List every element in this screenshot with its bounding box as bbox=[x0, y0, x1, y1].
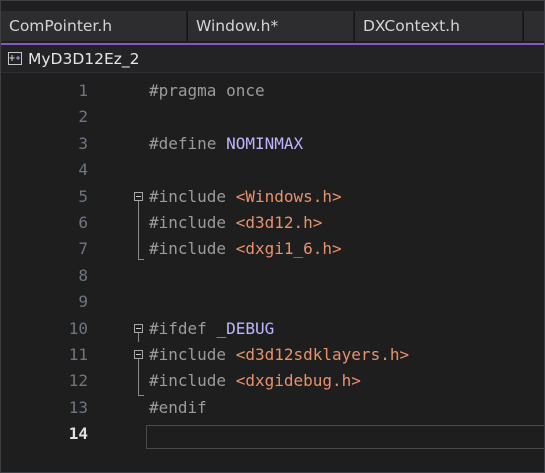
navigation-bar: MyD3D12Ez_2 bbox=[1, 45, 544, 73]
line-number: 9 bbox=[78, 292, 88, 312]
line-number: 7 bbox=[78, 239, 88, 259]
tab-label: Window.h* bbox=[196, 17, 279, 35]
code-line[interactable]: 12 #include <dxgidebug.h> bbox=[1, 368, 544, 394]
project-file-icon bbox=[8, 52, 22, 65]
project-dropdown[interactable]: MyD3D12Ez_2 bbox=[28, 45, 140, 73]
line-number: 8 bbox=[78, 265, 88, 285]
code-line[interactable]: 7 #include <dxgi1_6.h> bbox=[1, 236, 544, 262]
line-number: 5 bbox=[78, 186, 88, 206]
code-token: NOMINMAX bbox=[226, 133, 304, 153]
line-number: 14 bbox=[68, 424, 88, 444]
code-text: #include <d3d12sdklayers.h> bbox=[149, 342, 409, 368]
code-line[interactable]: 14 bbox=[1, 421, 544, 447]
code-token: #ifdef bbox=[149, 318, 207, 338]
code-line[interactable]: 8 bbox=[1, 263, 544, 289]
code-token: _DEBUG bbox=[216, 318, 275, 338]
code-line[interactable]: 9 bbox=[1, 289, 544, 315]
code-text: #endif bbox=[149, 395, 207, 421]
tab-compointer-h[interactable]: ComPointer.h bbox=[1, 11, 186, 41]
line-number: 6 bbox=[78, 213, 88, 232]
code-text: #define NOMINMAX bbox=[149, 131, 303, 157]
code-text: #include <dxgi1_6.h> bbox=[149, 236, 342, 262]
code-token: #include bbox=[149, 186, 227, 206]
code-line[interactable]: 13 #endif bbox=[1, 395, 544, 421]
code-editor[interactable]: 1 #pragma once 2 3 #define NOMINMAX 4 5 #includ… bbox=[1, 73, 544, 472]
code-line[interactable]: 10 #ifdef _DEBUG bbox=[1, 316, 544, 342]
code-token: <dxgidebug.h> bbox=[235, 371, 361, 391]
code-line[interactable]: 5 #include <Windows.h> bbox=[1, 184, 544, 210]
code-token: #endif bbox=[149, 397, 207, 417]
code-token: #include bbox=[149, 239, 227, 259]
tab-strip: ComPointer.h Window.h* DXContext.h bbox=[1, 1, 544, 43]
code-text: #pragma once bbox=[149, 78, 265, 104]
code-token: #pragma once bbox=[149, 81, 265, 100]
code-token: <Windows.h> bbox=[235, 186, 342, 206]
code-line[interactable]: 1 #pragma once bbox=[1, 78, 544, 104]
code-token: #define bbox=[149, 133, 217, 153]
code-text: #include <Windows.h> bbox=[149, 184, 342, 210]
tab-label: ComPointer.h bbox=[9, 17, 113, 35]
line-number: 13 bbox=[68, 397, 88, 417]
code-token: #include bbox=[149, 345, 227, 364]
line-number: 3 bbox=[78, 133, 88, 153]
line-number: 10 bbox=[68, 318, 88, 338]
line-number: 11 bbox=[68, 345, 88, 364]
line-number: 1 bbox=[78, 81, 88, 100]
code-token: #include bbox=[149, 371, 227, 391]
line-number: 4 bbox=[78, 160, 88, 180]
tab-overflow[interactable] bbox=[524, 11, 544, 41]
code-text: #include <d3d12.h> bbox=[149, 210, 322, 236]
tab-window-h[interactable]: Window.h* bbox=[188, 11, 353, 41]
code-line[interactable]: 3 #define NOMINMAX bbox=[1, 131, 544, 157]
code-line[interactable]: 6 #include <d3d12.h> bbox=[1, 210, 544, 236]
line-number: 12 bbox=[68, 371, 88, 391]
code-text: #include <dxgidebug.h> bbox=[149, 368, 361, 394]
code-line[interactable]: 11 #include <d3d12sdklayers.h> bbox=[1, 342, 544, 368]
code-line[interactable]: 4 bbox=[1, 157, 544, 183]
tab-dxcontext-h[interactable]: DXContext.h bbox=[355, 11, 522, 41]
code-line[interactable]: 2 bbox=[1, 104, 544, 130]
code-token: #include bbox=[149, 213, 227, 232]
tab-label: DXContext.h bbox=[363, 17, 460, 35]
code-token: <d3d12.h> bbox=[235, 213, 323, 232]
code-token: <dxgi1_6.h> bbox=[235, 239, 342, 259]
code-text: #ifdef _DEBUG bbox=[149, 316, 274, 342]
code-token: <d3d12sdklayers.h> bbox=[235, 345, 410, 364]
line-number: 2 bbox=[78, 107, 88, 127]
